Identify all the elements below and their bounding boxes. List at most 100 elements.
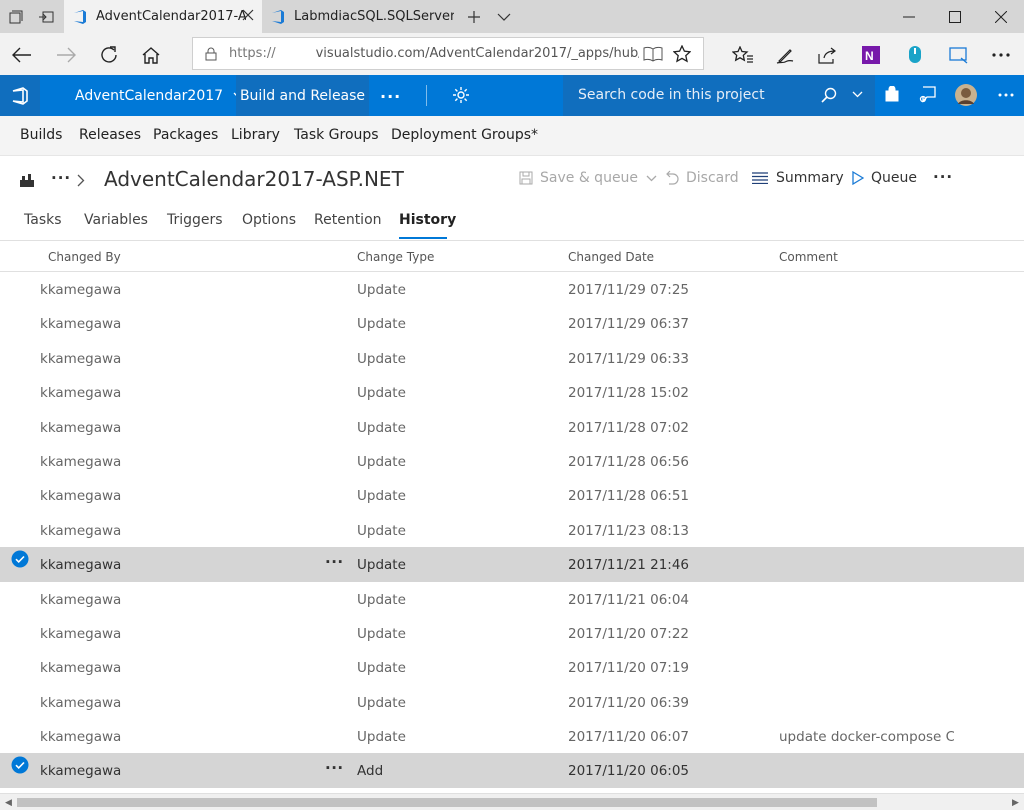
row-more-actions-icon[interactable]: ···: [325, 759, 344, 777]
search-chevron-down-icon[interactable]: [852, 91, 863, 98]
favorites-hub-icon[interactable]: [730, 42, 756, 68]
tab-history[interactable]: History: [399, 212, 456, 228]
subnav-builds[interactable]: Builds: [20, 127, 62, 143]
cell-change-type: Add: [357, 763, 384, 780]
cell-change-type: Update: [357, 625, 406, 642]
vsts-logo-icon[interactable]: [0, 75, 40, 116]
column-comment[interactable]: Comment: [779, 250, 838, 264]
column-changed-date[interactable]: Changed Date: [568, 250, 654, 264]
cell-change-type: Update: [357, 591, 406, 608]
table-row[interactable]: kkamegawa Update 2017/11/29 06:37: [0, 306, 1024, 340]
scrollbar-thumb[interactable]: [17, 798, 877, 807]
home-icon[interactable]: [138, 42, 164, 68]
reading-view-icon[interactable]: [643, 46, 663, 62]
checkmark-circle-icon[interactable]: [11, 756, 29, 774]
close-tab-icon[interactable]: [242, 9, 254, 21]
subnav-task-groups[interactable]: Task Groups: [294, 127, 379, 143]
table-row[interactable]: kkamegawa Update 2017/11/28 06:51: [0, 478, 1024, 512]
tab-actions-icon[interactable]: [6, 7, 26, 27]
browser-more-icon[interactable]: [988, 42, 1014, 68]
subnav-library[interactable]: Library: [231, 127, 280, 143]
table-row[interactable]: kkamegawa Update 2017/11/28 07:02: [0, 410, 1024, 444]
table-row[interactable]: kkamegawa Update 2017/11/20 06:07 update do…: [0, 719, 1024, 753]
table-row[interactable]: kkamegawa Update 2017/11/21 06:04: [0, 582, 1024, 616]
summary-button[interactable]: Summary: [751, 170, 844, 186]
minimize-icon[interactable]: [886, 0, 932, 33]
table-row[interactable]: ··· kkamegawa Add 2017/11/20 06:05: [0, 753, 1024, 788]
cell-changed-by: kkamegawa: [40, 625, 122, 642]
checkmark-circle-icon[interactable]: [11, 550, 29, 568]
more-commands-icon[interactable]: ···: [933, 168, 953, 186]
cell-change-type: Update: [357, 522, 406, 539]
table-row[interactable]: kkamegawa Update 2017/11/23 08:13: [0, 513, 1024, 547]
maximize-icon[interactable]: [932, 0, 978, 33]
more-hubs-icon[interactable]: ···: [380, 87, 401, 106]
vsts-favicon-icon: [72, 9, 88, 25]
onenote-icon[interactable]: N: [858, 42, 884, 68]
subnav-packages[interactable]: Packages: [153, 127, 218, 143]
tab-triggers[interactable]: Triggers: [167, 212, 223, 228]
marketplace-bag-icon[interactable]: [884, 86, 900, 102]
tab-labmdiacsql[interactable]: LabmdiacSQL.SQLServer ma: [262, 0, 458, 33]
table-row[interactable]: kkamegawa Update 2017/11/29 07:25: [0, 272, 1024, 306]
cell-changed-by: kkamegawa: [40, 729, 122, 746]
browser-nav-bar: https:// visualstudio.com/AdventCalendar2…: [0, 33, 1024, 75]
vsts-header: AdventCalendar2017 Build and Release ···: [0, 75, 1024, 116]
discard-button[interactable]: Discard: [665, 170, 739, 186]
table-row[interactable]: kkamegawa Update 2017/11/28 06:56: [0, 444, 1024, 478]
address-bar[interactable]: https:// visualstudio.com/AdventCalendar2…: [192, 37, 704, 70]
project-selector[interactable]: AdventCalendar2017: [58, 75, 244, 116]
new-tab-plus-icon[interactable]: [464, 7, 484, 27]
tab-retention[interactable]: Retention: [314, 212, 382, 228]
subnav-releases[interactable]: Releases: [79, 127, 141, 143]
scroll-right-arrow-icon[interactable]: ▶: [1007, 797, 1024, 808]
share-icon[interactable]: [814, 42, 840, 68]
cell-changed-by: kkamegawa: [40, 591, 122, 608]
code-search-input[interactable]: [578, 87, 808, 103]
set-aside-tabs-icon[interactable]: [36, 7, 56, 27]
project-name: AdventCalendar2017: [75, 87, 224, 104]
extension-mouse-icon[interactable]: [902, 42, 928, 68]
scroll-left-arrow-icon[interactable]: ◀: [0, 797, 17, 808]
cell-changed-by: kkamegawa: [40, 660, 122, 677]
table-row[interactable]: ··· kkamegawa Update 2017/11/21 21:46: [0, 547, 1024, 582]
cell-changed-date: 2017/11/28 06:51: [568, 488, 690, 505]
cell-changed-date: 2017/11/28 07:02: [568, 419, 690, 436]
url-text: https:// visualstudio.com/AdventCalendar2…: [229, 46, 639, 61]
pen-notes-icon[interactable]: [772, 42, 798, 68]
header-more-icon[interactable]: [998, 93, 1014, 97]
column-change-type[interactable]: Change Type: [357, 250, 434, 264]
table-row[interactable]: kkamegawa Update 2017/11/29 06:33: [0, 341, 1024, 375]
forward-arrow-icon[interactable]: [53, 42, 79, 68]
cell-changed-by: kkamegawa: [40, 488, 122, 505]
horizontal-scrollbar[interactable]: ◀ ▶: [0, 793, 1024, 810]
cell-changed-by: kkamegawa: [40, 694, 122, 711]
tab-options[interactable]: Options: [242, 212, 296, 228]
queue-button[interactable]: Queue: [852, 170, 917, 186]
vsts-favicon-icon: [270, 9, 286, 25]
settings-gear-icon[interactable]: [452, 86, 470, 104]
hub-build-and-release[interactable]: Build and Release: [236, 75, 369, 116]
table-row[interactable]: kkamegawa Update 2017/11/28 15:02: [0, 375, 1024, 409]
favorite-star-icon[interactable]: [673, 45, 691, 63]
refresh-icon[interactable]: [96, 42, 122, 68]
table-row[interactable]: kkamegawa Update 2017/11/20 07:22: [0, 616, 1024, 650]
web-note-icon[interactable]: [946, 42, 972, 68]
search-icon[interactable]: [821, 87, 837, 103]
breadcrumb-more-icon[interactable]: ···: [51, 169, 71, 187]
back-arrow-icon[interactable]: [9, 42, 35, 68]
tab-tasks[interactable]: Tasks: [24, 212, 62, 228]
column-changed-by[interactable]: Changed By: [48, 250, 121, 264]
tab-adventcalendar[interactable]: AdventCalendar2017-AS: [64, 0, 262, 33]
tab-preview-chevron-icon[interactable]: [494, 7, 514, 27]
row-more-actions-icon[interactable]: ···: [325, 553, 344, 571]
save-and-queue-button[interactable]: Save & queue: [519, 170, 657, 186]
table-row[interactable]: kkamegawa Update 2017/11/20 06:39: [0, 685, 1024, 719]
user-avatar[interactable]: [955, 84, 977, 106]
tab-variables[interactable]: Variables: [84, 212, 148, 228]
feedback-icon[interactable]: [919, 86, 937, 104]
cell-changed-date: 2017/11/28 06:56: [568, 453, 690, 470]
subnav-deployment-groups[interactable]: Deployment Groups*: [391, 127, 538, 143]
table-row[interactable]: kkamegawa Update 2017/11/20 07:19: [0, 650, 1024, 684]
close-window-icon[interactable]: [978, 0, 1024, 33]
